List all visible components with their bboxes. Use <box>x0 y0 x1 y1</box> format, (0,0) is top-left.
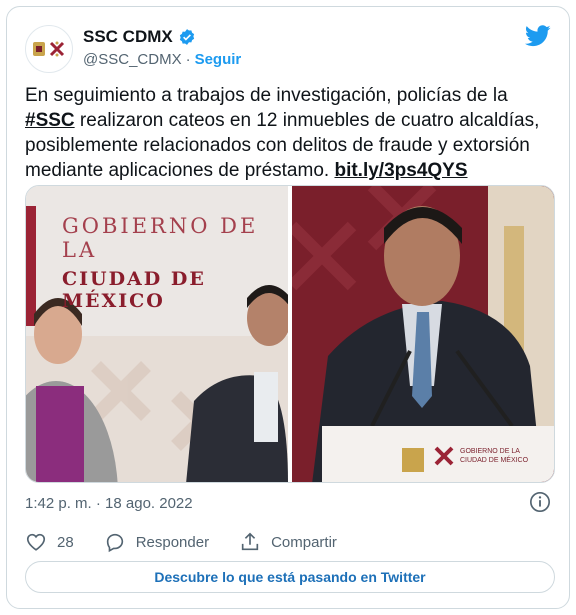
like-count: 28 <box>57 533 74 551</box>
tweet-author: SSC CDMX @SSC_CDMX · Seguir <box>83 27 241 68</box>
podium-logo-icon <box>434 446 454 466</box>
photo-press-conference-right[interactable]: GOBIERNO DE LA CIUDAD DE MÉXICO <box>292 186 554 482</box>
left-banner-line1: GOBIERNO DE LA <box>62 214 259 262</box>
avatar[interactable] <box>25 25 73 73</box>
like-button[interactable]: 28 <box>25 531 74 553</box>
tweet-text: En seguimiento a trabajos de investigaci… <box>25 83 555 183</box>
photo-press-conference-left[interactable]: GOBIERNO DE LA CIUDAD DE MÉXICO <box>26 186 288 482</box>
reply-button[interactable]: Responder <box>104 531 209 553</box>
government-logo-icon <box>49 41 65 57</box>
hashtag-link[interactable]: #SSC <box>25 110 75 131</box>
photo-right-scene <box>292 186 554 482</box>
tweet-text-part1: En seguimiento a trabajos de investigaci… <box>25 85 508 106</box>
info-icon[interactable] <box>529 491 551 513</box>
reply-label: Responder <box>135 533 210 551</box>
podium-line1: GOBIERNO DE LA <box>460 448 520 455</box>
separator-dot: · <box>185 51 191 68</box>
follow-button[interactable]: Seguir <box>195 51 242 68</box>
discover-twitter-button[interactable]: Descubre lo que está pasando en Twitter <box>25 561 555 593</box>
reply-bubble-icon <box>106 533 123 553</box>
share-label: Compartir <box>271 533 337 551</box>
tweet-actions: 28 Responder Compartir <box>25 531 337 553</box>
twitter-bird-icon[interactable] <box>525 25 551 47</box>
share-button[interactable]: Compartir <box>239 531 337 553</box>
left-banner-line2: CIUDAD DE MÉXICO <box>62 268 206 312</box>
short-url-link[interactable]: bit.ly/3ps4QYS <box>334 160 467 181</box>
handle[interactable]: @SSC_CDMX <box>83 51 182 68</box>
tweet-timestamp[interactable]: 1:42 p. m. · 18 ago. 2022 <box>25 495 193 512</box>
share-icon <box>241 532 259 551</box>
tweet-card: SSC CDMX @SSC_CDMX · Seguir En seguimien… <box>6 6 570 609</box>
podium-line2: CIUDAD DE MÉXICO <box>460 457 529 464</box>
city-coat-of-arms-icon <box>33 42 45 56</box>
heart-icon <box>26 533 46 551</box>
display-name[interactable]: SSC CDMX <box>83 27 173 47</box>
left-government-banner: GOBIERNO DE LA CIUDAD DE MÉXICO <box>62 214 288 312</box>
tweet-media[interactable]: GOBIERNO DE LA CIUDAD DE MÉXICO GOBIERNO… <box>25 185 555 483</box>
podium-government-logo: GOBIERNO DE LA CIUDAD DE MÉXICO <box>432 444 528 468</box>
verified-badge-icon <box>179 29 194 45</box>
